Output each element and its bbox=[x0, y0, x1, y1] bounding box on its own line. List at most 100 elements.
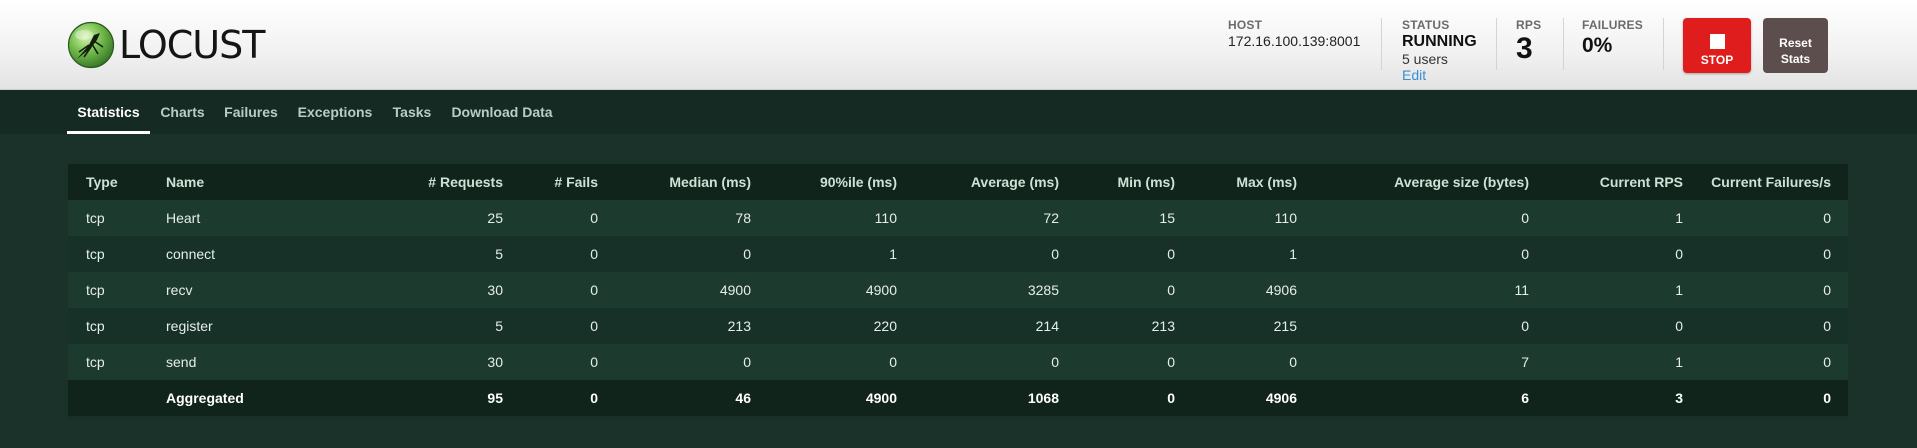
host-label: HOST bbox=[1228, 18, 1263, 32]
requests-cell: 95 bbox=[487, 390, 503, 406]
col-avg-size[interactable]: Average size (bytes) bbox=[1297, 164, 1529, 200]
table-row: tcp recv 30 0 4900 4900 3285 0 4906 11 1 0 bbox=[68, 272, 1848, 308]
tab-download-data[interactable]: Download Data bbox=[441, 90, 563, 134]
stop-square-icon bbox=[1709, 33, 1725, 49]
type-cell: tcp bbox=[86, 354, 105, 370]
name-cell: send bbox=[166, 354, 197, 370]
locust-logo[interactable]: LOCUST bbox=[67, 20, 265, 70]
median-cell: 213 bbox=[727, 318, 751, 334]
col-current-rps[interactable]: Current RPS bbox=[1529, 164, 1683, 200]
min-cell: 0 bbox=[1167, 354, 1175, 370]
edit-users-link[interactable]: Edit bbox=[1402, 67, 1426, 83]
tab-nav: Statistics Charts Failures Exceptions Ta… bbox=[0, 90, 1917, 134]
min-cell: 0 bbox=[1167, 246, 1175, 262]
fails-cell: 0 bbox=[590, 210, 598, 226]
name-cell: connect bbox=[166, 246, 216, 262]
table-body: tcp Heart 25 0 78 110 72 15 110 0 1 0 tcp connect 5 0 0 1… bbox=[68, 200, 1848, 416]
reset-stats-button[interactable]: Reset Stats bbox=[1763, 18, 1828, 73]
median-cell: 0 bbox=[743, 354, 751, 370]
current-rps-cell: 0 bbox=[1675, 318, 1683, 334]
host-stat: HOST 172.16.100.139:8001 bbox=[1228, 18, 1360, 49]
reset-label-line1: Reset bbox=[1779, 35, 1812, 50]
active-tab-indicator bbox=[67, 131, 150, 134]
max-cell: 110 bbox=[1274, 210, 1297, 226]
avg-size-cell: 6 bbox=[1521, 390, 1529, 406]
table-row: tcp connect 5 0 0 1 0 0 1 0 0 0 bbox=[68, 236, 1848, 272]
median-cell: 0 bbox=[743, 246, 751, 262]
average-cell: 72 bbox=[1043, 210, 1059, 226]
tab-statistics[interactable]: Statistics bbox=[67, 90, 150, 134]
max-cell: 4906 bbox=[1265, 282, 1297, 298]
avg-size-cell: 7 bbox=[1521, 354, 1529, 370]
median-cell: 78 bbox=[735, 210, 751, 226]
median-cell: 4900 bbox=[719, 282, 751, 298]
avg-size-cell: 0 bbox=[1521, 246, 1529, 262]
min-cell: 15 bbox=[1159, 210, 1175, 226]
aggregated-row: Aggregated 95 0 46 4900 1068 0 4906 6 3 0 bbox=[68, 380, 1848, 416]
col-median[interactable]: Median (ms) bbox=[598, 164, 751, 200]
type-cell: tcp bbox=[86, 246, 105, 262]
requests-cell: 30 bbox=[487, 354, 503, 370]
requests-cell: 30 bbox=[487, 282, 503, 298]
table-header-row: Type Name # Requests # Fails Median (ms)… bbox=[68, 164, 1848, 200]
rps-label: RPS bbox=[1516, 18, 1542, 32]
current-failures-cell: 0 bbox=[1823, 282, 1831, 298]
col-min[interactable]: Min (ms) bbox=[1059, 164, 1175, 200]
tab-charts[interactable]: Charts bbox=[150, 90, 215, 134]
p90-cell: 0 bbox=[889, 354, 897, 370]
average-cell: 3285 bbox=[1027, 282, 1059, 298]
p90-cell: 110 bbox=[874, 210, 897, 226]
table-row: tcp Heart 25 0 78 110 72 15 110 0 1 0 bbox=[68, 200, 1848, 236]
col-90ile[interactable]: 90%ile (ms) bbox=[751, 164, 897, 200]
stats-table: Type Name # Requests # Fails Median (ms)… bbox=[68, 164, 1848, 416]
requests-cell: 25 bbox=[487, 210, 503, 226]
p90-cell: 220 bbox=[873, 318, 897, 334]
tab-tasks[interactable]: Tasks bbox=[383, 90, 441, 134]
name-cell: Aggregated bbox=[166, 390, 244, 406]
rps-stat: RPS 3 bbox=[1516, 18, 1541, 64]
col-fails[interactable]: # Fails bbox=[503, 164, 598, 200]
type-cell: tcp bbox=[86, 210, 105, 226]
host-value: 172.16.100.139:8001 bbox=[1228, 33, 1361, 49]
col-requests[interactable]: # Requests bbox=[316, 164, 503, 200]
col-name[interactable]: Name bbox=[166, 164, 316, 200]
p90-cell: 4900 bbox=[865, 390, 897, 406]
status-value: RUNNING bbox=[1402, 33, 1477, 50]
rps-value: 3 bbox=[1516, 32, 1533, 65]
header-divider bbox=[1563, 18, 1564, 70]
current-rps-cell: 1 bbox=[1675, 282, 1683, 298]
stop-button[interactable]: STOP bbox=[1683, 18, 1751, 73]
col-current-failures[interactable]: Current Failures/s bbox=[1683, 164, 1848, 200]
col-average[interactable]: Average (ms) bbox=[897, 164, 1059, 200]
reset-label-line2: Stats bbox=[1780, 51, 1811, 66]
failures-value: 0% bbox=[1582, 34, 1613, 57]
average-cell: 214 bbox=[1035, 318, 1059, 334]
type-cell bbox=[68, 380, 166, 416]
max-cell: 4906 bbox=[1265, 390, 1297, 406]
current-failures-cell: 0 bbox=[1823, 354, 1831, 370]
col-max[interactable]: Max (ms) bbox=[1175, 164, 1297, 200]
tab-exceptions[interactable]: Exceptions bbox=[287, 90, 383, 134]
average-cell: 0 bbox=[1051, 354, 1059, 370]
header-divider bbox=[1381, 18, 1382, 70]
requests-cell: 5 bbox=[495, 246, 503, 262]
min-cell: 0 bbox=[1167, 390, 1175, 406]
tab-failures[interactable]: Failures bbox=[215, 90, 287, 134]
max-cell: 1 bbox=[1289, 246, 1297, 262]
table-row: tcp register 5 0 213 220 214 213 215 0 0 0 bbox=[68, 308, 1848, 344]
p90-cell: 4900 bbox=[865, 282, 897, 298]
status-stat: STATUS RUNNING 5 users Edit bbox=[1402, 18, 1477, 85]
avg-size-cell: 0 bbox=[1521, 210, 1529, 226]
current-rps-cell: 1 bbox=[1675, 210, 1683, 226]
requests-cell: 5 bbox=[495, 318, 503, 334]
type-cell: tcp bbox=[86, 282, 105, 298]
col-type[interactable]: Type bbox=[68, 164, 166, 200]
user-count: 5 users bbox=[1402, 51, 1448, 67]
fails-cell: 0 bbox=[590, 282, 598, 298]
median-cell: 46 bbox=[735, 390, 751, 406]
fails-cell: 0 bbox=[590, 246, 598, 262]
fails-cell: 0 bbox=[590, 354, 598, 370]
average-cell: 0 bbox=[1051, 246, 1059, 262]
logo-text: LOCUST bbox=[119, 23, 265, 67]
header-divider bbox=[1663, 18, 1664, 70]
